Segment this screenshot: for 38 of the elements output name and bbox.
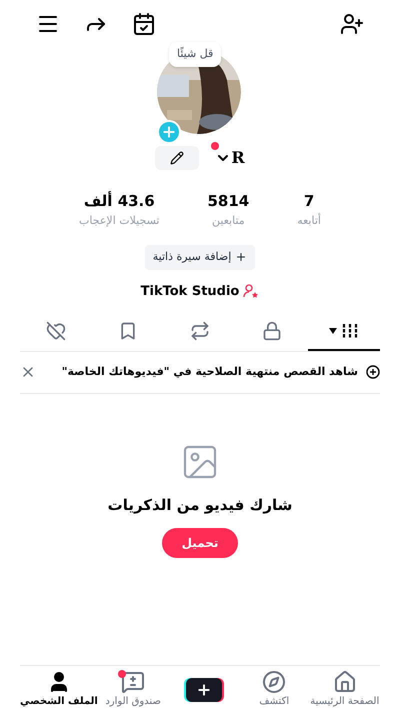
- nav-tab[interactable]: صندوق الوارد: [98, 670, 168, 709]
- compass-icon: [262, 670, 286, 694]
- home-icon: [332, 670, 357, 694]
- studio-link[interactable]: TikTok Studio: [140, 282, 240, 301]
- nav-label: الملف الشخصي: [20, 695, 98, 709]
- add-friend-icon[interactable]: [340, 12, 364, 36]
- stat-label: أتابعه: [297, 212, 321, 228]
- message-icon: [121, 670, 146, 694]
- stat-value: 5814: [207, 191, 250, 212]
- repost-icon: [190, 321, 210, 341]
- calendar-icon[interactable]: [132, 12, 156, 36]
- nav-tab[interactable]: الصفحة الرئيسية: [309, 670, 380, 709]
- stat-label: تسجيلات الإعجاب: [79, 212, 160, 229]
- plus-icon: [161, 124, 177, 140]
- heart-icon: [46, 321, 66, 341]
- nav-label: صندوق الوارد: [105, 695, 161, 709]
- username[interactable]: R: [231, 146, 245, 170]
- plus-icon: [196, 682, 212, 698]
- stat-value: 43.6 ألف: [84, 190, 155, 212]
- add-bio-label: إضافة سيرة ذاتية: [152, 249, 232, 265]
- banner-text: شاهد القصص منتهية الصلاحية في "فيديوهاتك الخاصة": [60, 364, 358, 380]
- nav-label: اكتشف: [259, 695, 290, 709]
- upload-button[interactable]: تحميل: [162, 528, 238, 558]
- plus-circle-icon: [366, 365, 380, 380]
- creator-icon[interactable]: [243, 283, 260, 300]
- nav-label: الصفحة الرئيسية: [310, 695, 380, 709]
- stat-label: متابعين: [212, 212, 245, 229]
- stat-value: 7: [304, 191, 314, 212]
- nav-tab[interactable]: اكتشف: [238, 670, 310, 709]
- add-bio-button[interactable]: إضافة سيرة ذاتية: [144, 245, 256, 270]
- nav-tab[interactable]: الملف الشخصي: [20, 670, 98, 709]
- create-button[interactable]: [186, 678, 222, 702]
- speech-bubble[interactable]: قل شيئًا: [169, 42, 222, 66]
- lock-icon: [262, 321, 282, 341]
- edit-button[interactable]: [155, 146, 200, 170]
- plus-icon: [235, 251, 248, 264]
- pencil-icon: [170, 151, 184, 165]
- empty-state-title: شارك فيديو من الذكريات: [108, 494, 292, 516]
